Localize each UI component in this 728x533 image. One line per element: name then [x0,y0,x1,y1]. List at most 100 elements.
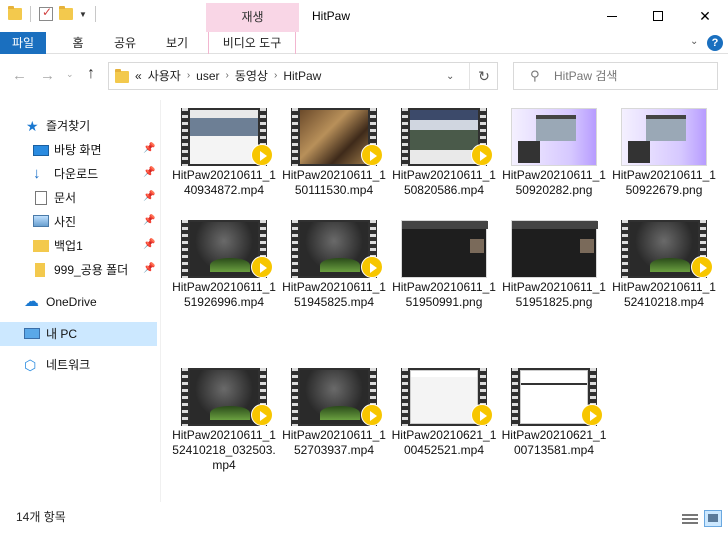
file-item[interactable]: HitPaw20210611_150820586.mp4 [391,100,497,218]
customize-toolbar-dropdown-icon[interactable]: ▼ [79,10,87,19]
file-item[interactable]: HitPaw20210611_152410218.mp4 [611,212,717,330]
file-item[interactable]: HitPaw20210611_151926996.mp4 [171,212,277,330]
file-item[interactable]: HitPaw20210611_151945825.mp4 [281,212,387,330]
pin-icon[interactable]: 📌 [143,167,155,178]
pin-icon[interactable]: 📌 [143,239,155,250]
pictures-icon [33,215,49,227]
search-box[interactable]: ⚲ HitPaw 검색 [513,62,718,90]
close-icon: ✕ [699,7,711,24]
ribbon-tabs: 파일 홈 공유 보기 비디오 도구 ⌄ ? [0,32,728,54]
folder-icon [33,240,49,252]
breadcrumb: « 사용자 › user › 동영상 › HitPaw [135,63,321,89]
desktop-icon [33,145,49,156]
sidebar-item-pictures[interactable]: 사진 📌 [0,210,157,234]
file-item[interactable]: HitPaw20210611_152703937.mp4 [281,360,387,478]
sidebar-item-downloads[interactable]: ↓ 다운로드 📌 [0,162,157,186]
file-name: HitPaw20210611_151951825.png [502,280,606,309]
play-icon [471,404,493,426]
play-icon [361,404,383,426]
large-icons-view-icon[interactable] [704,510,722,527]
sidebar-item-label: OneDrive [46,295,97,309]
refresh-icon[interactable]: ↻ [469,63,498,89]
sidebar-item-backup1[interactable]: 백업1 📌 [0,234,157,258]
play-icon [471,144,493,166]
minimize-button[interactable] [589,0,635,32]
sidebar-item-label: 다운로드 [54,167,99,181]
sidebar-item-shared-folder[interactable]: 999_공용 폴더 📌 [0,258,157,282]
item-count: 14개 항목 [16,510,66,524]
breadcrumb-item-users[interactable]: 사용자 [148,63,181,89]
tab-file[interactable]: 파일 [0,32,46,54]
chevron-right-icon[interactable]: › [187,63,190,89]
sidebar-item-label: 네트워크 [46,358,91,372]
play-icon [251,256,273,278]
pin-icon[interactable]: 📌 [143,263,155,274]
sidebar-item-this-pc[interactable]: 내 PC [0,322,157,346]
sidebar-item-network[interactable]: ⬡ 네트워크 [0,353,157,377]
tab-home[interactable]: 홈 [66,32,90,54]
maximize-button[interactable] [635,0,681,32]
pin-icon[interactable]: 📌 [143,191,155,202]
new-folder-icon[interactable] [59,6,73,20]
play-icon [251,144,273,166]
sidebar-item-label: 내 PC [46,327,78,341]
sidebar-item-label: 사진 [54,215,77,229]
tab-share[interactable]: 공유 [110,32,140,54]
breadcrumb-item-videos[interactable]: 동영상 [235,63,268,89]
file-item[interactable]: HitPaw20210611_140934872.mp4 [171,100,277,218]
minimize-icon [607,15,617,17]
address-dropdown-icon[interactable]: ⌄ [446,71,454,82]
file-item[interactable]: HitPaw20210611_150920282.png [501,100,607,218]
sidebar-item-desktop[interactable]: 바탕 화면 📌 [0,138,157,162]
search-icon: ⚲ [530,68,540,83]
back-arrow-icon[interactable]: ← [12,67,27,84]
sidebar-item-quick-access[interactable]: ★ 즐겨찾기 [0,114,157,138]
sidebar-item-label: 바탕 화면 [54,143,102,157]
file-name: HitPaw20210621_100713581.mp4 [501,428,607,457]
breadcrumb-item-user[interactable]: user [196,63,219,89]
file-item[interactable]: HitPaw20210611_152410218_032503.mp4 [171,360,277,478]
recent-locations-icon[interactable]: ⌄ [66,69,74,80]
file-item[interactable]: HitPaw20210621_100452521.mp4 [391,360,497,478]
properties-icon[interactable] [39,5,53,21]
breadcrumb-item-hitpaw[interactable]: HitPaw [283,63,321,89]
file-name: HitPaw20210611_150920282.png [502,168,606,197]
file-item[interactable]: HitPaw20210611_151950991.png [391,212,497,330]
navigation-bar: ← → ⌄ ↑ « 사용자 › user › 동영상 › HitPaw ⌄ ↻ … [0,55,728,99]
close-button[interactable]: ✕ [682,0,728,32]
pin-icon[interactable]: 📌 [143,215,155,226]
chevron-right-icon[interactable]: › [274,63,277,89]
help-icon[interactable]: ? [707,35,723,51]
tab-view[interactable]: 보기 [162,32,192,54]
file-name: HitPaw20210611_140934872.mp4 [172,168,276,197]
ribbon-expand-icon[interactable]: ⌄ [690,36,698,47]
tab-video-tools[interactable]: 비디오 도구 [208,32,296,54]
file-item[interactable]: HitPaw20210611_150111530.mp4 [281,100,387,218]
divider [30,6,31,22]
sidebar-item-onedrive[interactable]: ☁ OneDrive [0,290,157,314]
pin-icon[interactable]: 📌 [143,143,155,154]
sidebar-item-documents[interactable]: 문서 📌 [0,186,157,210]
sidebar-item-label: 문서 [54,191,77,205]
context-tab-play[interactable]: 재생 [206,3,299,32]
file-item[interactable]: HitPaw20210611_150922679.png [611,100,717,218]
folder-icon [115,69,129,83]
image-thumbnail [621,108,707,166]
file-list: HitPaw20210611_140934872.mp4 HitPaw20210… [160,100,728,502]
window-title: HitPaw [312,9,351,23]
file-item[interactable]: HitPaw20210611_151951825.png [501,212,607,330]
details-view-icon[interactable] [682,512,698,526]
address-bar[interactable]: « 사용자 › user › 동영상 › HitPaw ⌄ ↻ [108,62,498,90]
breadcrumb-overflow[interactable]: « [135,63,142,89]
maximize-icon [653,11,663,21]
search-input[interactable]: HitPaw 검색 [554,63,617,89]
status-bar: 14개 항목 [0,502,728,533]
cloud-icon: ☁ [24,293,39,310]
up-arrow-icon[interactable]: ↑ [87,65,95,83]
file-item[interactable]: HitPaw20210621_100713581.mp4 [501,360,607,478]
play-icon [361,144,383,166]
folder-icon[interactable] [8,6,22,20]
folder-icon [35,263,45,277]
forward-arrow-icon[interactable]: → [40,67,55,84]
chevron-right-icon[interactable]: › [226,63,229,89]
